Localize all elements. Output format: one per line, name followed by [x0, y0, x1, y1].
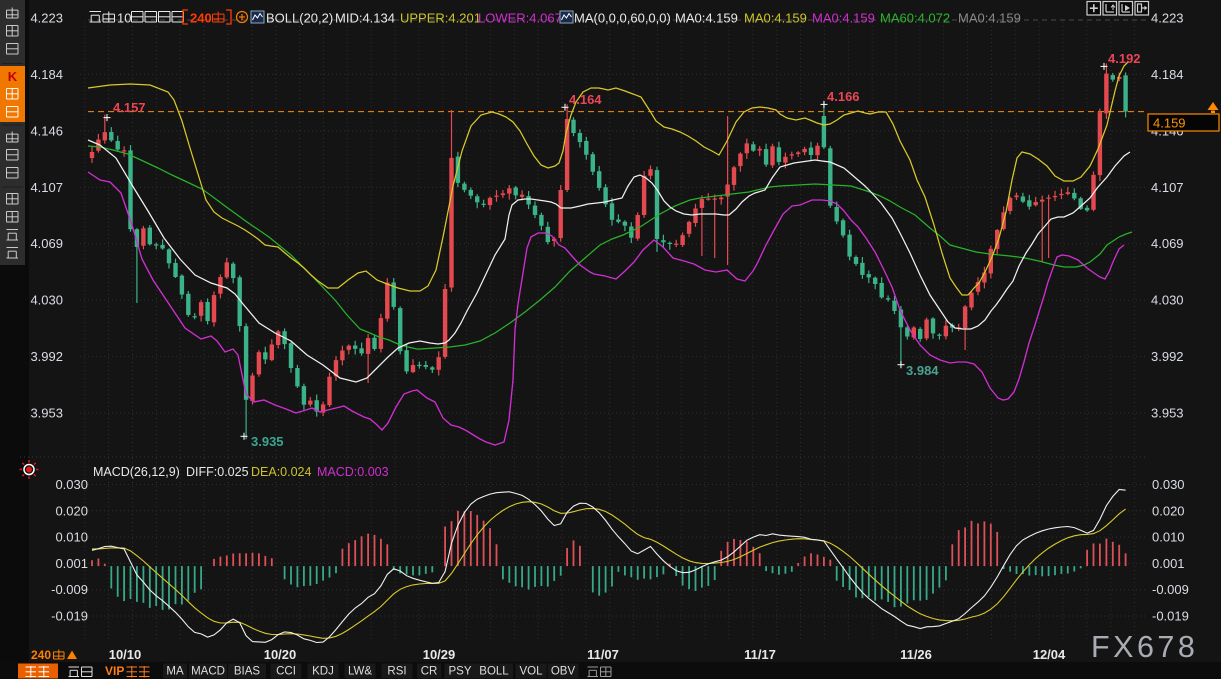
- svg-text:4.030: 4.030: [1151, 293, 1184, 308]
- svg-text:4.164: 4.164: [569, 92, 602, 107]
- svg-text:DIFF:0.025: DIFF:0.025: [186, 465, 249, 479]
- svg-text:BIAS: BIAS: [234, 666, 261, 678]
- svg-text:3.953: 3.953: [1151, 406, 1184, 421]
- svg-text:0.030: 0.030: [1152, 477, 1185, 492]
- svg-text:4.166: 4.166: [827, 89, 860, 104]
- svg-text:3.953: 3.953: [30, 406, 63, 421]
- svg-text:MACD(26,12,9): MACD(26,12,9): [93, 465, 180, 479]
- svg-text:4.184: 4.184: [1151, 67, 1184, 82]
- svg-text:4.030: 4.030: [30, 293, 63, 308]
- svg-text:UPPER:4.201: UPPER:4.201: [400, 11, 481, 26]
- svg-text:0.010: 0.010: [55, 530, 88, 545]
- svg-text:0.010: 0.010: [1152, 530, 1185, 545]
- svg-text:FX678: FX678: [1091, 630, 1198, 664]
- svg-text:LOWER:4.067: LOWER:4.067: [478, 11, 562, 26]
- svg-text:12/04: 12/04: [1033, 647, 1066, 662]
- svg-text:K: K: [8, 69, 18, 84]
- svg-text:0.001: 0.001: [1152, 556, 1185, 571]
- svg-text:MA(0,0,0,60,0,0): MA(0,0,0,60,0,0): [574, 11, 671, 26]
- svg-text:3.935: 3.935: [251, 434, 284, 449]
- svg-text:11/07: 11/07: [587, 647, 619, 662]
- svg-text:3.992: 3.992: [30, 349, 63, 364]
- svg-text:10/10: 10/10: [109, 647, 142, 662]
- svg-text:10/29: 10/29: [423, 647, 456, 662]
- svg-text:4.069: 4.069: [1151, 236, 1184, 251]
- svg-text:4.223: 4.223: [30, 11, 63, 26]
- svg-text:MA0:4.159: MA0:4.159: [812, 11, 875, 26]
- svg-text:MACD: MACD: [191, 666, 225, 678]
- svg-text:4.159: 4.159: [1153, 116, 1186, 131]
- svg-text:3.992: 3.992: [1151, 349, 1184, 364]
- svg-text:4.192: 4.192: [1108, 51, 1141, 66]
- svg-text:4.107: 4.107: [30, 180, 63, 195]
- svg-text:MA60:4.072: MA60:4.072: [880, 11, 950, 26]
- svg-text:RSI: RSI: [387, 666, 406, 678]
- svg-text:KDJ: KDJ: [312, 666, 334, 678]
- svg-text:MA: MA: [166, 666, 184, 678]
- svg-text:MID:4.134: MID:4.134: [335, 11, 395, 26]
- svg-text:MA0:4.159: MA0:4.159: [744, 11, 807, 26]
- svg-text:4.069: 4.069: [30, 236, 63, 251]
- svg-text:4.146: 4.146: [30, 123, 63, 138]
- svg-text:MA0:4.159: MA0:4.159: [958, 11, 1021, 26]
- svg-text:LW&: LW&: [348, 666, 372, 678]
- svg-text:-0.009: -0.009: [51, 582, 88, 597]
- svg-text:VOL: VOL: [519, 666, 543, 678]
- svg-text:DEA:0.024: DEA:0.024: [251, 465, 312, 479]
- svg-text:10/20: 10/20: [264, 647, 297, 662]
- svg-text:10: 10: [117, 11, 131, 26]
- svg-text:MA0:4.159: MA0:4.159: [675, 11, 738, 26]
- svg-text:0.030: 0.030: [55, 477, 88, 492]
- svg-text:4.157: 4.157: [113, 100, 146, 115]
- svg-text:0.001: 0.001: [55, 556, 88, 571]
- svg-text:CR: CR: [421, 666, 438, 678]
- svg-text:3.984: 3.984: [906, 363, 939, 378]
- svg-text:240: 240: [190, 11, 212, 26]
- svg-text:PSY: PSY: [448, 666, 471, 678]
- svg-text:-0.019: -0.019: [51, 609, 88, 624]
- svg-text:4.184: 4.184: [30, 67, 63, 82]
- svg-text:4.223: 4.223: [1151, 11, 1184, 26]
- svg-text:VIP: VIP: [105, 664, 124, 678]
- svg-text:OBV: OBV: [551, 666, 576, 678]
- svg-text:CCI: CCI: [276, 666, 296, 678]
- svg-text:11/26: 11/26: [900, 647, 932, 662]
- svg-text:11/17: 11/17: [744, 647, 776, 662]
- svg-text:4.107: 4.107: [1151, 180, 1184, 195]
- svg-text:BOLL(20,2): BOLL(20,2): [266, 11, 333, 26]
- svg-text:0.020: 0.020: [1152, 503, 1185, 518]
- svg-text:-0.019: -0.019: [1152, 609, 1189, 624]
- svg-text:BOLL: BOLL: [479, 666, 509, 678]
- svg-text:240: 240: [31, 648, 51, 662]
- svg-text:MACD:0.003: MACD:0.003: [317, 465, 389, 479]
- svg-text:-0.009: -0.009: [1152, 582, 1189, 597]
- svg-text:0.020: 0.020: [55, 503, 88, 518]
